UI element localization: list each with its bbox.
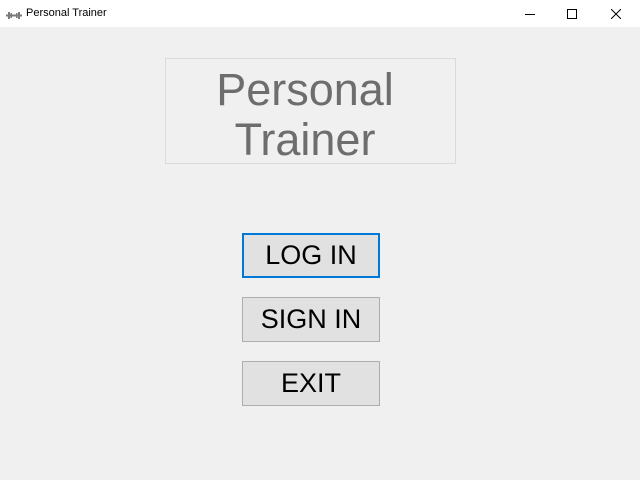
minimize-button[interactable]	[508, 0, 552, 27]
main-window: Personal Trainer Personal Trainer LOG IN…	[0, 0, 640, 480]
app-title-line-1: Personal	[216, 64, 394, 115]
minimize-icon	[525, 13, 535, 15]
login-button[interactable]: LOG IN	[242, 233, 380, 278]
exit-button[interactable]: EXIT	[242, 361, 380, 406]
title-bar[interactable]: Personal Trainer	[0, 0, 640, 27]
app-title-line-2: Trainer	[234, 114, 376, 165]
close-icon	[611, 8, 621, 19]
maximize-button[interactable]	[550, 0, 594, 27]
app-title-panel: Personal Trainer	[165, 58, 456, 165]
dumbbell-icon	[6, 8, 22, 19]
close-button[interactable]	[594, 0, 638, 27]
maximize-icon	[567, 8, 577, 19]
sign-in-button[interactable]: SIGN IN	[242, 297, 380, 342]
window-title: Personal Trainer	[26, 7, 107, 19]
